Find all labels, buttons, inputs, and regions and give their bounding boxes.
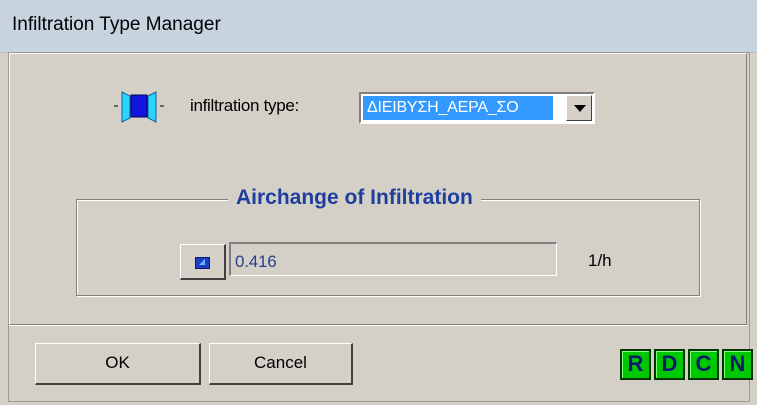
- dropdown-button[interactable]: [566, 95, 592, 121]
- ok-button[interactable]: OK: [35, 343, 201, 385]
- chevron-down-icon: [574, 105, 586, 112]
- edit-icon: [195, 257, 210, 269]
- infiltration-type-icon: [114, 91, 164, 123]
- cancel-button[interactable]: Cancel: [209, 343, 353, 385]
- d-button[interactable]: D: [654, 349, 685, 380]
- infiltration-type-selected-value: ΔΙΕΙΒΥΣΗ_ΑΕΡΑ_ΣΟ: [363, 96, 553, 120]
- dialog-body: infiltration type: ΔΙΕΙΒΥΣΗ_ΑΕΡΑ_ΣΟ Airc…: [8, 52, 753, 402]
- c-button[interactable]: C: [688, 349, 719, 380]
- infiltration-type-select[interactable]: ΔΙΕΙΒΥΣΗ_ΑΕΡΑ_ΣΟ: [359, 92, 595, 124]
- airchange-value: 0.416: [235, 252, 277, 271]
- r-button[interactable]: R: [620, 349, 651, 380]
- title-bar[interactable]: Infiltration Type Manager: [0, 0, 757, 53]
- window-title: Infiltration Type Manager: [12, 14, 221, 35]
- infiltration-type-manager-dialog: Infiltration Type Manager infiltration t…: [0, 0, 757, 405]
- airchange-group-title: Airchange of Infiltration: [228, 186, 481, 210]
- airchange-edit-button[interactable]: [180, 244, 226, 280]
- button-separator: [9, 325, 747, 326]
- airchange-value-field[interactable]: 0.416: [229, 242, 557, 276]
- airchange-unit: 1/h: [588, 251, 612, 270]
- infiltration-type-label: infiltration type:: [190, 96, 299, 115]
- main-panel: infiltration type: ΔΙΕΙΒΥΣΗ_ΑΕΡΑ_ΣΟ Airc…: [9, 53, 747, 325]
- n-button[interactable]: N: [722, 349, 753, 380]
